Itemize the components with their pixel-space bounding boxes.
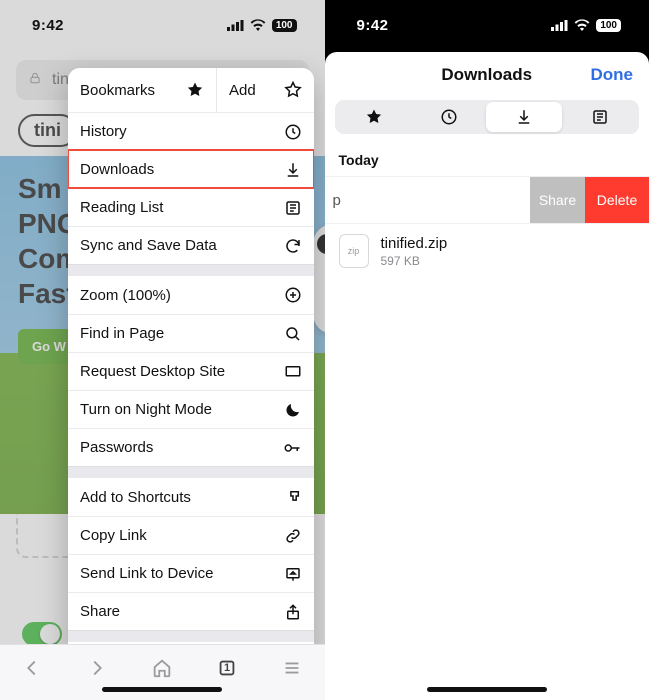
menu-downloads[interactable]: Downloads xyxy=(68,150,314,188)
library-segmented xyxy=(335,100,640,134)
battery-icon: 100 xyxy=(272,19,297,32)
add-bookmark-button[interactable]: Add xyxy=(217,68,314,112)
status-time: 9:42 xyxy=(357,17,389,34)
file-type-badge: zip xyxy=(339,234,369,268)
file-size: 597 KB xyxy=(381,254,448,268)
menu-share[interactable]: Share xyxy=(68,592,314,630)
share-icon xyxy=(284,603,302,621)
menu-reading-list[interactable]: Reading List xyxy=(68,188,314,226)
key-icon xyxy=(282,439,302,457)
wifi-icon xyxy=(250,19,266,31)
search-icon xyxy=(284,325,302,343)
status-bar: 9:42 100 xyxy=(0,0,325,50)
star-filled-icon xyxy=(186,81,204,99)
send-device-icon xyxy=(284,565,302,583)
history-icon xyxy=(440,108,458,126)
sync-icon xyxy=(284,237,302,255)
menu-add-label: Add xyxy=(229,82,256,99)
reading-list-icon xyxy=(284,199,302,217)
download-icon xyxy=(515,108,533,126)
pin-icon xyxy=(284,488,302,506)
menu-passwords[interactable]: Passwords xyxy=(68,428,314,466)
tabs-button[interactable]: 1 xyxy=(216,657,238,679)
status-time: 9:42 xyxy=(32,17,64,34)
desktop-icon xyxy=(284,363,302,381)
menu-sync[interactable]: Sync and Save Data xyxy=(68,226,314,264)
menu-copy-link[interactable]: Copy Link xyxy=(68,516,314,554)
moon-icon xyxy=(284,401,302,419)
battery-icon: 100 xyxy=(596,19,621,32)
back-button[interactable] xyxy=(21,657,43,679)
seg-bookmarks[interactable] xyxy=(337,102,411,132)
status-bar: 9:42 100 xyxy=(325,0,649,50)
zoom-icon xyxy=(284,286,302,304)
menu-button[interactable] xyxy=(281,657,303,679)
seg-downloads[interactable] xyxy=(486,102,561,132)
signal-icon xyxy=(227,20,244,31)
link-icon xyxy=(284,527,302,545)
menu-zoom[interactable]: Zoom (100%) xyxy=(68,276,314,314)
swiped-download-row[interactable]: p Share Delete xyxy=(325,176,649,224)
download-item[interactable]: zip tinified.zip 597 KB xyxy=(325,224,649,278)
signal-icon xyxy=(551,20,568,31)
sheet-title: Downloads xyxy=(441,65,532,85)
swiped-filename-fragment: p xyxy=(325,192,531,209)
swipe-delete-button[interactable]: Delete xyxy=(585,177,649,223)
menu-find[interactable]: Find in Page xyxy=(68,314,314,352)
done-button[interactable]: Done xyxy=(591,52,634,98)
menu-night-mode[interactable]: Turn on Night Mode xyxy=(68,390,314,428)
file-name: tinified.zip xyxy=(381,235,448,252)
download-icon xyxy=(284,161,302,179)
swipe-share-button[interactable]: Share xyxy=(530,177,585,223)
menu-history[interactable]: History xyxy=(68,112,314,150)
menu-shortcuts[interactable]: Add to Shortcuts xyxy=(68,478,314,516)
star-outline-icon xyxy=(284,81,302,99)
home-indicator xyxy=(427,687,547,692)
page-menu: Bookmarks Add History Downloads Reading … xyxy=(68,68,314,680)
reading-list-icon xyxy=(591,108,609,126)
menu-send-link[interactable]: Send Link to Device xyxy=(68,554,314,592)
downloads-sheet: Downloads Done Today p Sha xyxy=(325,52,649,700)
seg-reading-list[interactable] xyxy=(562,102,637,132)
section-today: Today xyxy=(325,144,649,176)
home-indicator xyxy=(102,687,222,692)
wifi-icon xyxy=(574,19,590,31)
menu-bookmarks-label: Bookmarks xyxy=(80,82,155,99)
bookmarks-button[interactable]: Bookmarks xyxy=(68,68,217,112)
menu-desktop-site[interactable]: Request Desktop Site xyxy=(68,352,314,390)
forward-button[interactable] xyxy=(86,657,108,679)
history-icon xyxy=(284,123,302,141)
home-button[interactable] xyxy=(151,657,173,679)
seg-history[interactable] xyxy=(411,102,486,132)
star-filled-icon xyxy=(365,108,383,126)
